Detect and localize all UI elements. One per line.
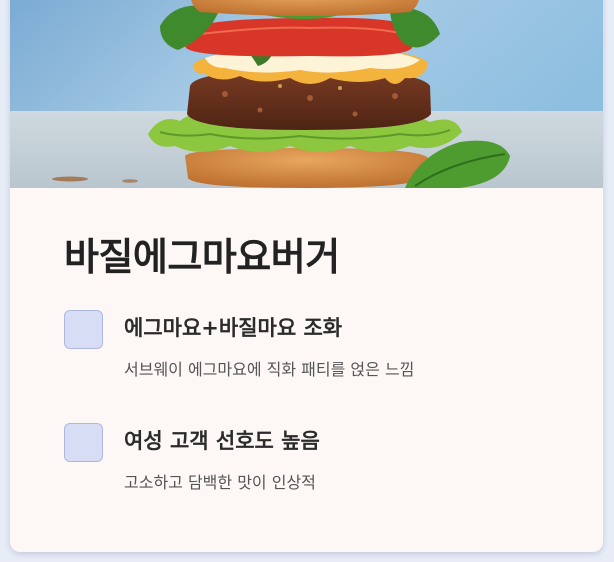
menu-card: 바질에그마요버거 에그마요+바질마요 조화 서브웨이 에그마요에 직화 패티를 … (10, 0, 603, 552)
menu-title: 바질에그마요버거 (64, 235, 340, 279)
feature-checkbox[interactable] (64, 310, 103, 349)
feature-title: 에그마요+바질마요 조화 (124, 316, 343, 340)
burger-illustration (10, 0, 603, 188)
feature-title: 여성 고객 선호도 높음 (124, 429, 320, 453)
burger-image (10, 0, 603, 188)
feature-description: 고소하고 담백한 맛이 인상적 (124, 473, 316, 492)
feature-checkbox[interactable] (64, 423, 103, 462)
feature-description: 서브웨이 에그마요에 직화 패티를 얹은 느낌 (124, 360, 415, 379)
